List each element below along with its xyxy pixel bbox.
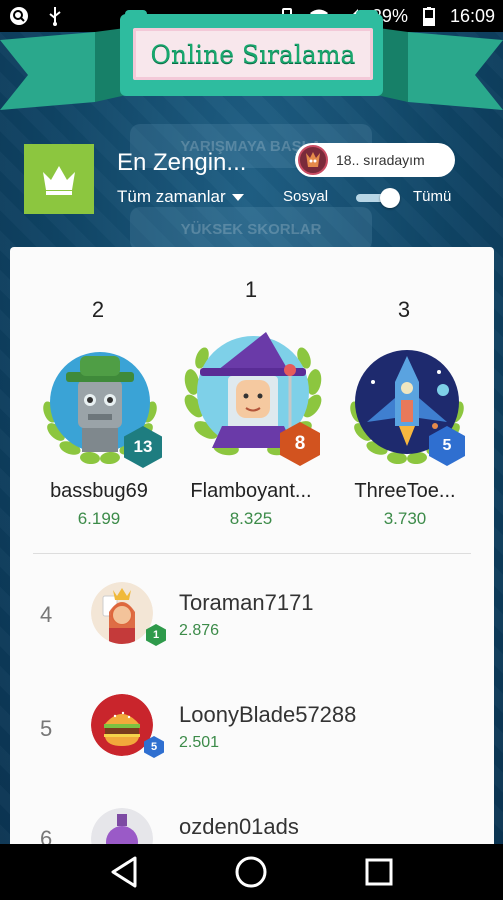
avatar — [91, 582, 153, 644]
podium-entry-1[interactable]: Flamboyant... 8.325 — [176, 480, 326, 529]
banner-title: Online Sıralama — [129, 24, 377, 84]
podium-entry-3[interactable]: ThreeToe... 3.730 — [330, 480, 480, 529]
podium-rank-1: 1 — [244, 277, 258, 302]
player-name: Flamboyant... — [190, 480, 312, 502]
podium-rank-2: 2 — [91, 297, 105, 322]
social-all-toggle[interactable] — [356, 188, 402, 208]
time-filter-dropdown[interactable]: Tüm zamanlar — [117, 187, 244, 207]
player-score: 2.876 — [179, 622, 220, 639]
row-rank: 6 — [40, 826, 53, 844]
player-score: 8.325 — [229, 509, 273, 528]
player-name: ThreeToe... — [354, 480, 456, 502]
my-rank-pill[interactable]: 18.. sıradayım — [295, 143, 455, 177]
list-item[interactable]: 5 5 LoonyBlade57288 2.501 — [10, 688, 494, 768]
avatar — [91, 808, 153, 844]
podium-entry-2[interactable]: bassbug69 6.199 — [24, 480, 174, 529]
crown-icon — [43, 166, 75, 195]
player-name: bassbug69 — [50, 480, 148, 502]
podium-avatar-3[interactable]: 5 — [343, 342, 471, 470]
my-avatar — [298, 145, 328, 175]
home-button[interactable] — [229, 850, 273, 894]
home-circle-icon — [235, 856, 267, 888]
player-score: 3.730 — [383, 509, 427, 528]
list-item[interactable]: 4 1 Toraman7171 2.876 — [10, 574, 494, 654]
time-filter-label: Tüm zamanlar — [117, 187, 226, 206]
podium-rank-3: 3 — [397, 297, 411, 322]
podium-avatar-2[interactable]: 13 — [36, 342, 164, 470]
my-rank-text: 18.. sıradayım — [336, 152, 425, 168]
player-name: LoonyBlade57288 — [179, 702, 357, 727]
player-score: 2.501 — [179, 734, 220, 751]
leaderboard-title[interactable]: En Zengin... — [117, 149, 246, 177]
player-name: Toraman7171 — [179, 590, 314, 615]
system-nav-bar — [0, 844, 503, 900]
row-rank: 5 — [40, 716, 53, 741]
avatar — [91, 694, 153, 756]
leaderboard-icon — [24, 144, 94, 214]
player-score: 6.199 — [77, 509, 121, 528]
recents-button[interactable] — [357, 850, 401, 894]
list-item[interactable]: 6 ozden01ads — [10, 800, 494, 844]
back-triangle-icon — [111, 856, 137, 888]
chevron-down-icon — [231, 193, 244, 201]
player-name: ozden01ads — [179, 814, 299, 839]
social-label: Sosyal — [283, 188, 329, 205]
title-banner: Online Sıralama — [0, 10, 503, 120]
row-rank: 4 — [40, 602, 53, 627]
high-scores-button: YÜKSEK SKORLAR — [130, 207, 372, 251]
back-button[interactable] — [102, 850, 146, 894]
all-label: Tümü — [413, 188, 452, 205]
divider — [33, 553, 471, 554]
podium-avatar-1[interactable]: 8 — [178, 322, 328, 472]
recents-square-icon — [365, 858, 393, 886]
